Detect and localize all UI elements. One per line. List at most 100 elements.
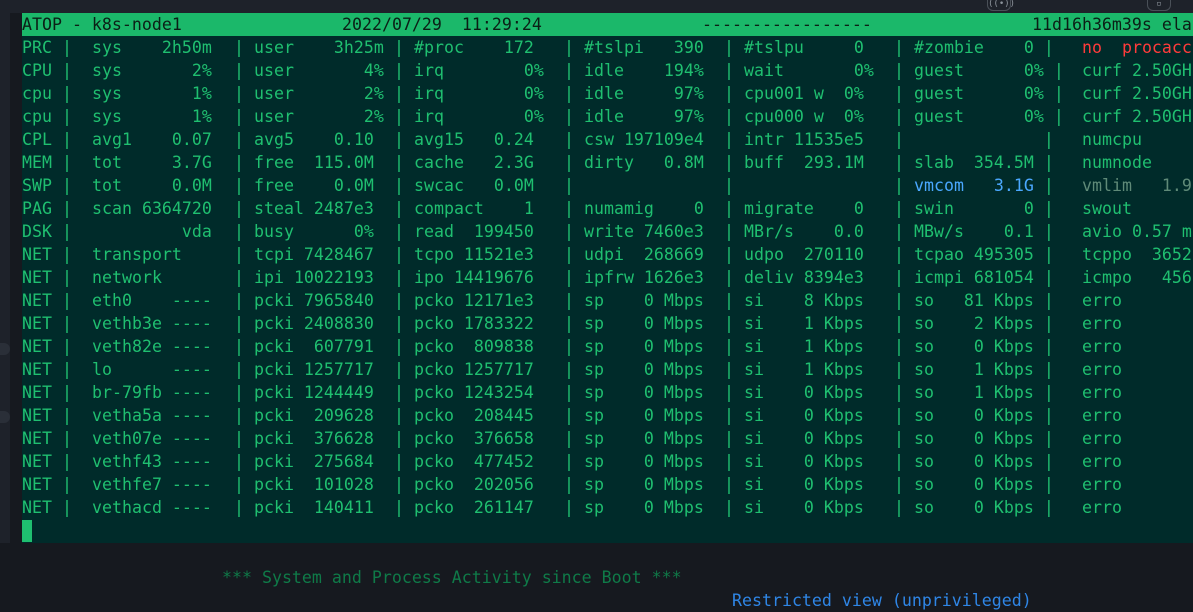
- stat-cell: tcppo 3652: [1082, 245, 1192, 264]
- stat-cell: eth0 ----: [92, 291, 212, 310]
- row-label: cpu |: [22, 107, 72, 126]
- network-icon[interactable]: ((•)): [987, 0, 1015, 11]
- stats-row: CPU | sys 2% | user 4% | irq 0% | idle 194% |…: [22, 59, 1193, 82]
- stat-cell: | user 4%: [234, 61, 384, 80]
- stat-cell: | avg5 0.10: [234, 130, 374, 149]
- stat-cell: | sp 0 Mbps: [564, 452, 704, 471]
- stat-cell: | udpi 268669: [564, 245, 704, 264]
- stats-row: cpu | sys 1% | user 2% | irq 0% | idle 97% | …: [22, 105, 1193, 128]
- window-icon[interactable]: ▫: [1147, 0, 1171, 11]
- stat-cell: | pcko 809838: [394, 337, 534, 356]
- stat-cell: erro: [1082, 383, 1122, 402]
- panel-handle[interactable]: [0, 343, 10, 355]
- stat-cell: | ipi 10022193: [234, 268, 374, 287]
- stat-cell: vethfe7 ----: [92, 475, 212, 494]
- stat-cell: vetha5a ----: [92, 406, 212, 425]
- stat-cell: | pcko 477452: [394, 452, 534, 471]
- stat-cell: swout: [1082, 199, 1132, 218]
- stat-cell: vmlim 1.9: [1082, 176, 1192, 195]
- stat-cell: numcpu: [1082, 130, 1142, 149]
- stat-cell: | irq 0%: [394, 84, 544, 103]
- stat-cell: | so 0 Kbps |: [894, 475, 1054, 494]
- stats-row: NET | transport | tcpi 7428467 | tcpo 11521…: [22, 243, 1193, 266]
- stat-cell: | csw 197109e4: [564, 130, 704, 149]
- stat-cell: curf 2.50GH: [1082, 107, 1192, 126]
- stat-cell: | pcko 261147: [394, 498, 534, 517]
- stats-row: NET | vethfe7 ---- | pcki 101028 | pcko 202…: [22, 473, 1193, 496]
- stat-cell: |: [724, 176, 734, 195]
- stat-cell: | user 2%: [234, 107, 384, 126]
- row-label: NET |: [22, 475, 72, 494]
- stat-cell: | so 1 Kbps |: [894, 383, 1054, 402]
- atop-header-bar: ATOP - k8s-node1 2022/07/29 11:29:24 ---…: [22, 13, 1193, 36]
- stats-row: NET | eth0 ---- | pcki 7965840 | pcko 12171…: [22, 289, 1193, 312]
- header-separator: -----------------: [702, 15, 872, 34]
- stat-cell: | si 1 Kbps: [724, 337, 864, 356]
- stat-cell: |: [564, 176, 574, 195]
- stat-cell: | swin 0 |: [894, 199, 1054, 218]
- row-label: CPL |: [22, 130, 72, 149]
- stat-cell: | pcko 208445: [394, 406, 534, 425]
- stats-row: NET | vethb3e ---- | pcki 2408830 | pcko 17…: [22, 312, 1193, 335]
- stat-cell: | pcki 1257717: [234, 360, 374, 379]
- stat-cell: | idle 97%: [564, 107, 704, 126]
- stat-cell: vethb3e ----: [92, 314, 212, 333]
- stat-cell: | tcpo 11521e3: [394, 245, 534, 264]
- stat-cell: | irq 0%: [394, 61, 544, 80]
- row-label: PRC |: [22, 38, 72, 57]
- stat-cell: | wait 0%: [724, 61, 874, 80]
- stats-row: CPL | avg1 0.07 | avg5 0.10 | avg15 0.24 | c…: [22, 128, 1193, 151]
- row-label: cpu |: [22, 84, 72, 103]
- stats-row: NET | br-79fb ---- | pcki 1244449 | pcko 12…: [22, 381, 1193, 404]
- stat-cell: | sp 0 Mbps: [564, 360, 704, 379]
- stat-cell: | so 0 Kbps |: [894, 429, 1054, 448]
- stat-cell: | udpo 270110: [724, 245, 864, 264]
- row-label: NET |: [22, 291, 72, 310]
- stats-row: MEM | tot 3.7G | free 115.0M | cache 2.3G | …: [22, 151, 1193, 174]
- row-label: PAG |: [22, 199, 72, 218]
- stat-cell: tot 0.0M: [92, 176, 212, 195]
- row-label: NET |: [22, 245, 72, 264]
- stat-cell: | pcki 7965840: [234, 291, 374, 310]
- stat-cell: erro: [1082, 498, 1122, 517]
- row-label: CPU |: [22, 61, 72, 80]
- stats-row: SWP | tot 0.0M | free 0.0M | swcac 0.0M | | | …: [22, 174, 1193, 197]
- panel-handle[interactable]: [0, 411, 10, 423]
- stat-cell: | #zombie 0 |: [894, 38, 1054, 57]
- stat-cell: | steal 2487e3: [234, 199, 374, 218]
- stat-cell: | dirty 0.8M: [564, 153, 704, 172]
- stat-cell: | so 0 Kbps |: [894, 498, 1054, 517]
- stat-cell: | icmpi 681054 |: [894, 268, 1054, 287]
- stat-cell: curf 2.50GH: [1082, 61, 1192, 80]
- row-label: NET |: [22, 337, 72, 356]
- stat-cell: | intr 11535e5: [724, 130, 864, 149]
- stat-cell: | swcac 0.0M: [394, 176, 534, 195]
- stat-cell: erro: [1082, 360, 1122, 379]
- stat-cell: | irq 0%: [394, 107, 544, 126]
- stat-cell: erro: [1082, 291, 1122, 310]
- stat-cell: | sp 0 Mbps: [564, 314, 704, 333]
- stat-cell: | si 0 Kbps: [724, 498, 864, 517]
- stat-cell: | vmcom 3.1G |: [894, 176, 1054, 195]
- stat-cell: | sp 0 Mbps: [564, 291, 704, 310]
- stat-cell: scan 6364720: [92, 199, 212, 218]
- row-label: MEM |: [22, 153, 72, 172]
- stat-cell: | tcpao 495305 |: [894, 245, 1054, 264]
- stat-cell: | si 0 Kbps: [724, 452, 864, 471]
- header-datetime: 2022/07/29 11:29:24: [342, 15, 542, 34]
- row-label: NET |: [22, 314, 72, 333]
- stat-cell: vda: [92, 222, 212, 241]
- stat-cell: | so 81 Kbps |: [894, 291, 1054, 310]
- stat-cell: | pcki 2408830: [234, 314, 374, 333]
- row-label: NET |: [22, 360, 72, 379]
- stat-cell: | idle 97%: [564, 84, 704, 103]
- stat-cell: | migrate 0: [724, 199, 864, 218]
- stats-row: NET | veth07e ---- | pcki 376628 | pcko 376…: [22, 427, 1193, 450]
- stats-row: cpu | sys 1% | user 2% | irq 0% | idle 97% | …: [22, 82, 1193, 105]
- stat-cell: | guest 0% |: [894, 107, 1064, 126]
- row-label: NET |: [22, 429, 72, 448]
- stat-cell: erro: [1082, 406, 1122, 425]
- stat-cell: | ipfrw 1626e3: [564, 268, 704, 287]
- stat-cell: sys 2h50m: [92, 38, 212, 57]
- atop-footer: *** System and Process Activity since Bo…: [22, 520, 1193, 610]
